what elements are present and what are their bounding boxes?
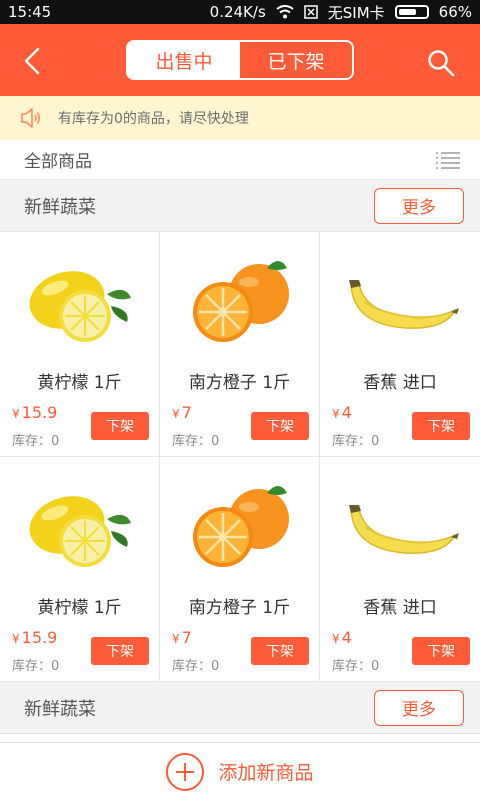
price-value: 4 bbox=[341, 403, 352, 422]
product-price: ¥4 bbox=[332, 628, 352, 647]
product-name: 南方橙子 1斤 bbox=[188, 373, 291, 393]
stock-notice[interactable]: 有库存为0的商品，请尽快处理 bbox=[0, 96, 480, 140]
section-title: 新鲜蔬菜 bbox=[24, 698, 96, 720]
banana-image bbox=[335, 254, 465, 354]
currency-symbol: ¥ bbox=[12, 407, 20, 421]
product-card[interactable]: 南方橙子 1斤 ¥7 库存：0 下架 bbox=[160, 457, 320, 682]
price-value: 15.9 bbox=[21, 403, 58, 422]
price-value: 7 bbox=[181, 628, 192, 647]
product-name: 黄柠檬 1斤 bbox=[37, 598, 122, 618]
product-card[interactable]: 香蕉 进口 ¥4 库存：0 下架 bbox=[320, 457, 480, 682]
back-icon[interactable] bbox=[18, 46, 48, 76]
product-grid: 黄柠檬 1斤 ¥15.9 库存：0 下架 南方橙子 1斤 ¥7 库存：0 下架 … bbox=[0, 232, 480, 682]
status-time: 15:45 bbox=[8, 3, 52, 21]
currency-symbol: ¥ bbox=[12, 632, 20, 646]
no-sim-icon bbox=[304, 5, 318, 19]
more-button[interactable]: 更多 bbox=[374, 187, 464, 224]
product-price: ¥15.9 bbox=[12, 628, 57, 647]
search-icon[interactable] bbox=[426, 48, 456, 78]
notice-text: 有库存为0的商品，请尽快处理 bbox=[58, 111, 249, 127]
add-product-label: 添加新商品 bbox=[218, 762, 314, 784]
add-product-bar[interactable]: 添加新商品 bbox=[0, 742, 480, 800]
product-stock: 库存：0 bbox=[172, 659, 220, 674]
product-stock: 库存：0 bbox=[172, 434, 220, 449]
all-products-bar[interactable]: 全部商品 bbox=[0, 140, 480, 180]
price-value: 15.9 bbox=[21, 628, 58, 647]
currency-symbol: ¥ bbox=[332, 632, 340, 646]
lemon-image bbox=[15, 479, 145, 579]
price-value: 4 bbox=[341, 628, 352, 647]
product-card[interactable]: 黄柠檬 1斤 ¥15.9 库存：0 下架 bbox=[0, 457, 160, 682]
product-stock: 库存：0 bbox=[332, 659, 380, 674]
delist-button[interactable]: 下架 bbox=[412, 412, 470, 440]
product-stock: 库存：0 bbox=[12, 434, 60, 449]
wifi-icon bbox=[276, 5, 294, 19]
lemon-image bbox=[15, 254, 145, 354]
product-price: ¥7 bbox=[172, 403, 192, 422]
section-title: 新鲜蔬菜 bbox=[24, 196, 96, 218]
product-card[interactable]: 黄柠檬 1斤 ¥15.9 库存：0 下架 bbox=[0, 232, 160, 457]
currency-symbol: ¥ bbox=[172, 632, 180, 646]
network-speed: 0.24K/s bbox=[209, 3, 266, 21]
orange-image bbox=[175, 254, 305, 354]
product-price: ¥4 bbox=[332, 403, 352, 422]
tab-delisted[interactable]: 已下架 bbox=[240, 42, 352, 78]
product-card[interactable]: 南方橙子 1斤 ¥7 库存：0 下架 bbox=[160, 232, 320, 457]
product-name: 南方橙子 1斤 bbox=[188, 598, 291, 618]
product-price: ¥7 bbox=[172, 628, 192, 647]
app-header: 出售中 已下架 bbox=[0, 24, 480, 96]
battery-icon bbox=[394, 5, 429, 19]
carrier-label: 无SIM卡 bbox=[327, 3, 385, 22]
status-right: 0.24K/s 无SIM卡 66% bbox=[210, 2, 472, 23]
section-header: 新鲜蔬菜 更多 bbox=[0, 682, 480, 734]
product-stock: 库存：0 bbox=[332, 434, 380, 449]
plus-circle-icon bbox=[166, 752, 205, 791]
section-header: 新鲜蔬菜 更多 bbox=[0, 180, 480, 232]
speaker-icon bbox=[21, 108, 41, 128]
product-name: 黄柠檬 1斤 bbox=[37, 373, 122, 393]
delist-button[interactable]: 下架 bbox=[91, 412, 149, 440]
delist-button[interactable]: 下架 bbox=[251, 637, 309, 665]
product-stock: 库存：0 bbox=[12, 659, 60, 674]
banana-image bbox=[335, 479, 465, 579]
product-name: 香蕉 进口 bbox=[363, 598, 437, 618]
all-products-label: 全部商品 bbox=[24, 152, 92, 172]
price-value: 7 bbox=[181, 403, 192, 422]
currency-symbol: ¥ bbox=[332, 407, 340, 421]
delist-button[interactable]: 下架 bbox=[412, 637, 470, 665]
orange-image bbox=[175, 479, 305, 579]
delist-button[interactable]: 下架 bbox=[251, 412, 309, 440]
currency-symbol: ¥ bbox=[172, 407, 180, 421]
product-price: ¥15.9 bbox=[12, 403, 57, 422]
product-name: 香蕉 进口 bbox=[363, 373, 437, 393]
next-grid-peek bbox=[0, 734, 480, 742]
more-button[interactable]: 更多 bbox=[374, 689, 464, 726]
delist-button[interactable]: 下架 bbox=[91, 637, 149, 665]
battery-percent: 66% bbox=[438, 3, 472, 21]
list-menu-icon[interactable] bbox=[436, 151, 460, 169]
product-card[interactable]: 香蕉 进口 ¥4 库存：0 下架 bbox=[320, 232, 480, 457]
status-segmented-control: 出售中 已下架 bbox=[126, 40, 354, 80]
status-bar: 15:45 0.24K/s 无SIM卡 66% bbox=[0, 0, 480, 24]
tab-on-sale[interactable]: 出售中 bbox=[128, 42, 240, 78]
